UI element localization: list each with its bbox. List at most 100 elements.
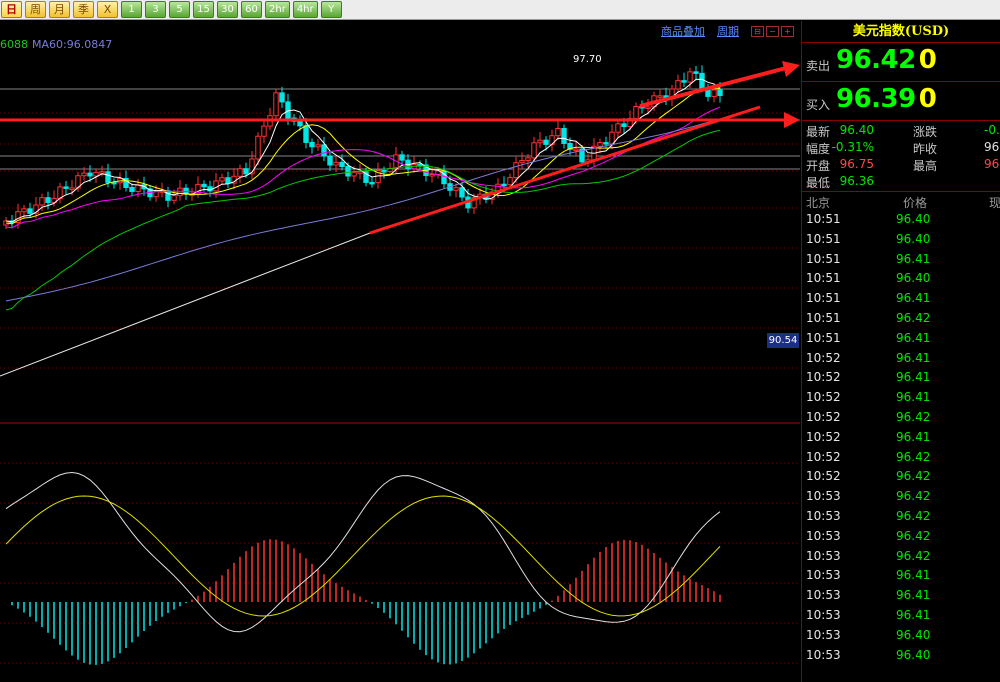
stat-v1: -0.31% [831, 140, 874, 154]
period-button[interactable]: X [97, 1, 118, 18]
period-button[interactable]: 季 [73, 1, 94, 18]
candle-body [309, 141, 315, 148]
tick-price: 96.41 [896, 390, 931, 405]
restore-icon[interactable]: ⊟ [751, 25, 764, 37]
period-link[interactable]: 周期 [717, 23, 739, 39]
candle-body [513, 162, 519, 179]
buy-quote: 买入 96.39 0 [802, 81, 1000, 120]
candle-body [699, 72, 705, 89]
sell-price: 96.42 0 [836, 45, 937, 75]
tick-time: 10:51 [806, 310, 841, 325]
arrow-head-icon [782, 61, 800, 77]
candle-body [675, 80, 681, 90]
tick-time: 10:51 [806, 231, 841, 246]
candle-body [555, 127, 561, 137]
candle-body [519, 160, 525, 164]
sell-quote: 卖出 96.42 0 [802, 42, 1000, 81]
period-button[interactable]: 3 [145, 1, 166, 18]
candle-body [573, 148, 579, 152]
period-button[interactable]: 周 [25, 1, 46, 18]
candle-body [615, 123, 621, 133]
tick-time: 10:52 [806, 370, 841, 385]
tick-price: 96.42 [896, 469, 931, 484]
period-high-label: 97.70 [573, 54, 602, 65]
candle-body [99, 171, 105, 174]
period-button[interactable]: 5 [169, 1, 190, 18]
kline-chart-area[interactable]: 6088 MA60:96.0847 商品叠加 周期 ⊟ − + 97.70 90.… [0, 21, 800, 682]
period-button[interactable]: 4hr [292, 1, 318, 18]
period-button[interactable]: Y [320, 1, 342, 18]
tick-time: 10:53 [806, 607, 841, 622]
tick-price: 96.42 [896, 310, 931, 325]
stat-k2: 涨跌 [913, 125, 938, 139]
period-button[interactable]: 2hr [265, 1, 290, 18]
stat-row: 最新 96.40 涨跌 -0. [802, 122, 1000, 139]
ma20-line [5, 106, 721, 229]
tick-time: 10:51 [806, 251, 841, 266]
period-button[interactable]: 60 [241, 1, 262, 18]
period-toolbar: 日周月季 X 1 3 5 15 30 60 2hr 4hr Y [0, 0, 1000, 20]
candle-body [177, 187, 183, 197]
moving-average-legend: 6088 MA60:96.0847 [0, 38, 112, 51]
period-button[interactable]: 15 [193, 1, 214, 18]
tick-row: 10:53 96.40 [802, 645, 1000, 665]
candle-body [351, 171, 357, 177]
tick-time: 10:52 [806, 390, 841, 405]
candle-body [597, 142, 603, 147]
period-button[interactable]: 1 [121, 1, 142, 18]
tick-time: 10:51 [806, 291, 841, 306]
tick-price: 96.41 [896, 291, 931, 306]
tick-price: 96.41 [896, 330, 931, 345]
candle-body [87, 172, 93, 177]
tick-time: 10:53 [806, 627, 841, 642]
stat-v2: 96. [984, 157, 1000, 171]
stat-row: 开盘 96.75 最高 96. [802, 156, 1000, 173]
zoom-in-icon[interactable]: + [781, 25, 794, 37]
dea-line [5, 495, 721, 617]
candle-body [225, 177, 231, 184]
tick-price: 96.41 [896, 607, 931, 622]
buy-price: 96.39 0 [836, 84, 937, 114]
overlay-commodity-link[interactable]: 商品叠加 [661, 23, 705, 39]
period-button[interactable]: 月 [49, 1, 70, 18]
tick-time: 10:53 [806, 489, 841, 504]
stat-k1: 幅度 [806, 142, 831, 156]
tick-price: 96.42 [896, 548, 931, 563]
tick-price: 96.42 [896, 409, 931, 424]
tick-row: 10:52 96.42 [802, 466, 1000, 486]
ma30-line [5, 129, 721, 311]
candle-body [261, 125, 267, 137]
stat-k1: 最新 [806, 125, 831, 139]
candle-body [501, 183, 507, 187]
candle-body [609, 131, 615, 145]
period-button[interactable]: 30 [217, 1, 238, 18]
tick-price: 96.41 [896, 370, 931, 385]
candle-body [345, 165, 351, 177]
candle-body [711, 89, 717, 97]
trend-line [0, 232, 371, 377]
kline-chart[interactable] [0, 21, 800, 682]
tick-row: 10:51 96.41 [802, 249, 1000, 269]
tick-price: 96.41 [896, 251, 931, 266]
candle-body [339, 161, 345, 167]
tick-row: 10:51 96.42 [802, 308, 1000, 328]
stat-k1: 开盘 [806, 159, 831, 173]
tick-row: 10:53 96.42 [802, 526, 1000, 546]
candle-body [93, 171, 99, 177]
stat-k2: 昨收 [913, 142, 938, 156]
zoom-out-icon[interactable]: − [766, 25, 779, 37]
candle-body [45, 197, 51, 203]
tick-time: 10:52 [806, 449, 841, 464]
tick-time: 10:52 [806, 350, 841, 365]
period-button[interactable]: 日 [1, 1, 22, 18]
candle-body [399, 154, 405, 161]
candle-body [657, 95, 663, 98]
candle-body [279, 92, 285, 103]
candle-body [243, 168, 249, 175]
candle-body [357, 171, 363, 174]
instrument-title: 美元指数(USD) [852, 24, 950, 39]
candle-body [213, 180, 219, 192]
stat-k2: 最高 [913, 159, 938, 173]
candle-body [21, 208, 27, 213]
ma5-line [5, 78, 721, 223]
